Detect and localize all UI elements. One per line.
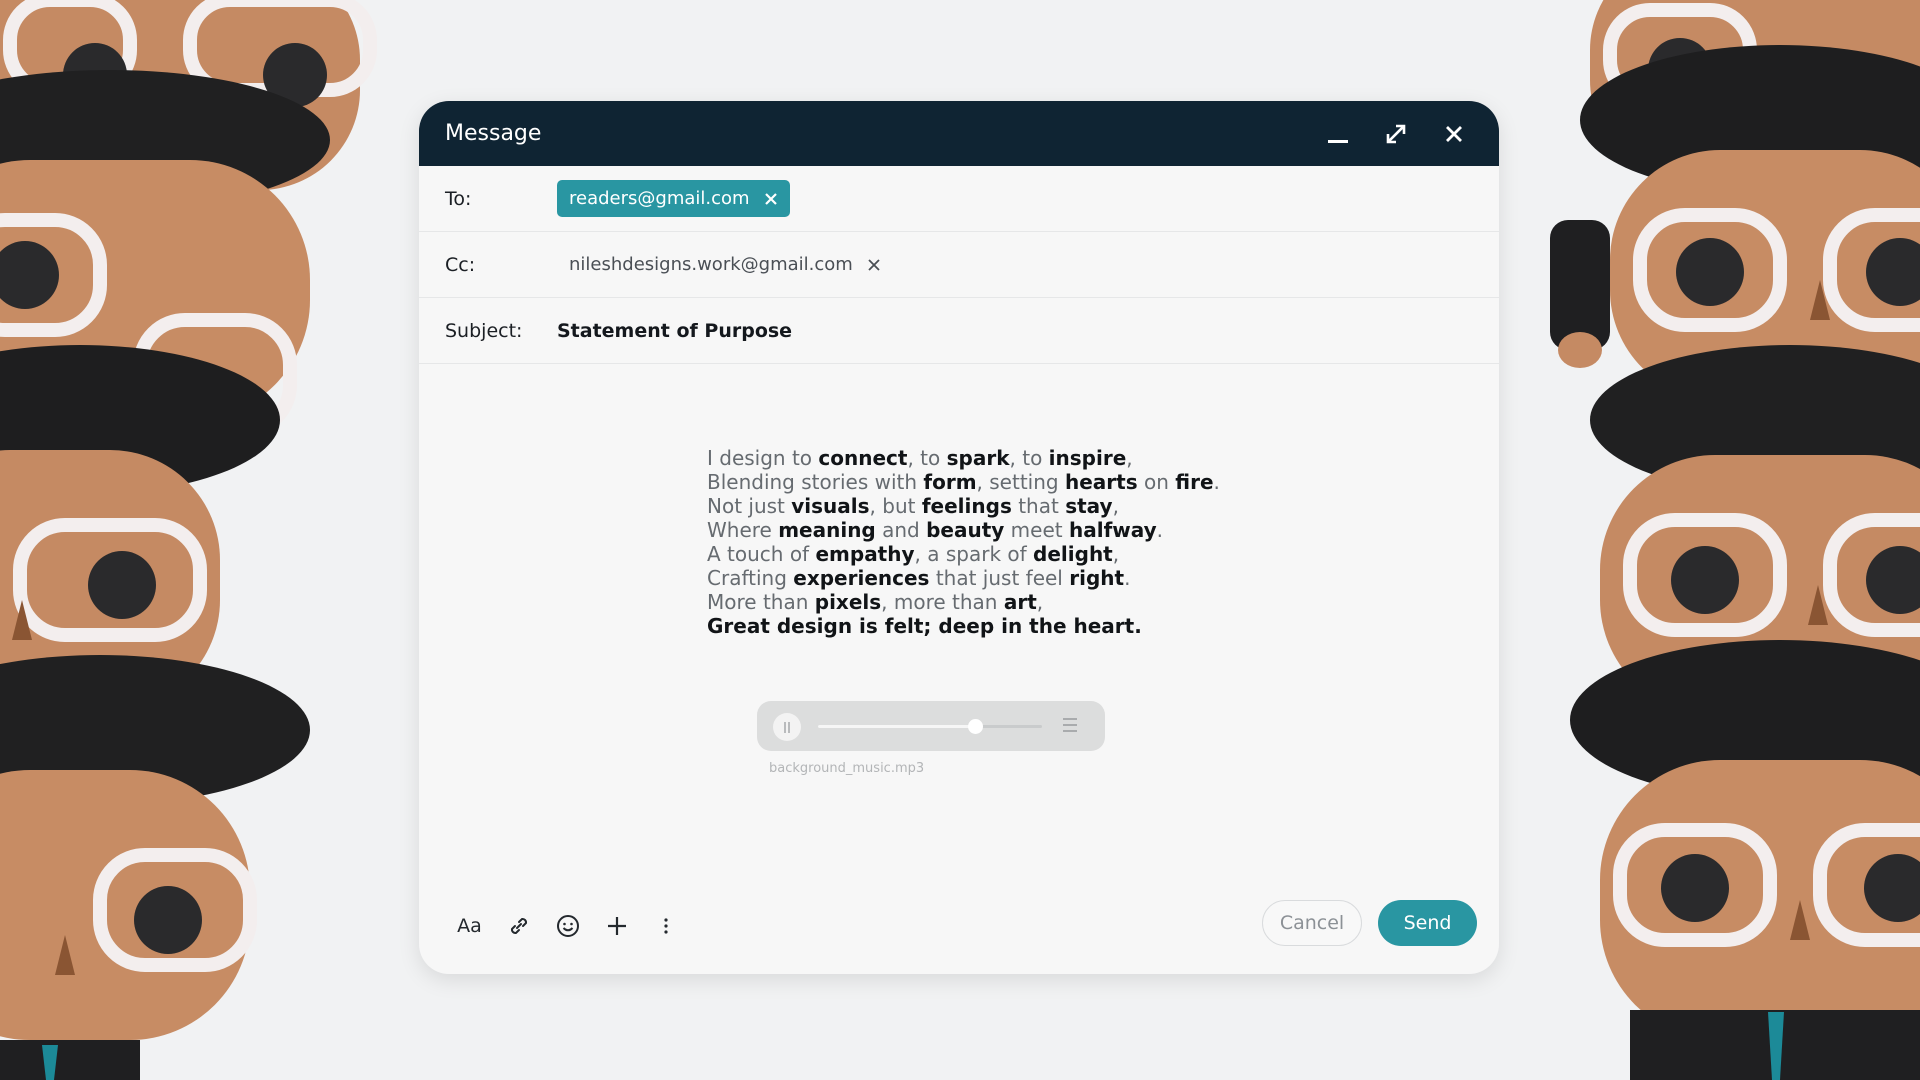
to-label: To:	[445, 187, 472, 210]
remove-cc-icon[interactable]	[867, 258, 881, 272]
remove-recipient-icon[interactable]	[764, 192, 778, 206]
message-line: Blending stories with form, setting hear…	[707, 470, 1220, 494]
message-body[interactable]: I design to connect, to spark, to inspir…	[419, 368, 1499, 874]
audio-progress-fill	[818, 725, 975, 728]
figure-head	[0, 345, 280, 710]
message-line: Where meaning and beauty meet halfway.	[707, 518, 1164, 542]
attach-button[interactable]	[592, 906, 641, 946]
audio-player	[757, 701, 1105, 751]
window-title: Message	[445, 121, 542, 146]
to-recipient-chip[interactable]: readers@gmail.com	[557, 180, 790, 217]
cc-recipient-chip[interactable]: nileshdesigns.work@gmail.com	[557, 246, 893, 283]
cc-row: Cc: nileshdesigns.work@gmail.com	[419, 232, 1499, 298]
text-format-button[interactable]: Aa	[445, 906, 494, 946]
subject-input[interactable]: Statement of Purpose	[557, 320, 792, 342]
message-line: Not just visuals, but feelings that stay…	[707, 494, 1119, 518]
action-buttons: Cancel Send	[1262, 900, 1477, 946]
link-button[interactable]	[494, 906, 543, 946]
plus-icon	[607, 917, 626, 935]
close-button[interactable]	[1435, 115, 1473, 153]
message-line: More than pixels, more than art,	[707, 590, 1044, 614]
link-icon	[510, 917, 527, 935]
pause-button[interactable]	[773, 713, 801, 741]
to-recipient-email: readers@gmail.com	[569, 188, 750, 209]
compose-window: Message To: readers@gmail.com Cc: nilesh…	[419, 101, 1499, 974]
playlist-icon[interactable]	[1063, 718, 1077, 736]
cc-label: Cc:	[445, 253, 476, 276]
cancel-button[interactable]: Cancel	[1262, 900, 1362, 946]
message-text: I design to connect, to spark, to inspir…	[707, 446, 1220, 638]
more-options-button[interactable]	[641, 906, 690, 946]
decorative-figures-right	[1530, 0, 1920, 1080]
audio-filename: background_music.mp3	[769, 761, 925, 776]
message-line: Crafting experiences that just feel righ…	[707, 566, 1131, 590]
emoji-button[interactable]	[543, 906, 592, 946]
format-toolbar: Aa	[445, 906, 690, 946]
minimize-icon	[1328, 139, 1348, 143]
subject-row[interactable]: Subject: Statement of Purpose	[419, 298, 1499, 364]
title-bar: Message	[419, 101, 1499, 166]
emoji-icon	[556, 915, 579, 937]
cc-recipient-email: nileshdesigns.work@gmail.com	[569, 254, 853, 275]
message-line: Great design is felt; deep in the heart.	[707, 614, 1142, 638]
decorative-figures-left	[0, 0, 390, 1080]
message-line: I design to connect, to spark, to inspir…	[707, 446, 1133, 470]
figure-head	[0, 655, 310, 1080]
close-icon	[1446, 125, 1462, 142]
audio-progress-track[interactable]	[818, 719, 1042, 734]
figure-head	[1570, 640, 1920, 1080]
minimize-button[interactable]	[1319, 115, 1357, 153]
send-button[interactable]: Send	[1378, 900, 1477, 946]
message-line: A touch of empathy, a spark of delight,	[707, 542, 1120, 566]
figure-head	[1550, 45, 1920, 400]
to-row: To: readers@gmail.com	[419, 166, 1499, 232]
expand-icon	[1386, 124, 1406, 143]
more-vertical-icon	[663, 918, 668, 934]
maximize-button[interactable]	[1377, 115, 1415, 153]
subject-label: Subject:	[445, 319, 523, 342]
audio-seek-thumb[interactable]	[967, 719, 983, 734]
